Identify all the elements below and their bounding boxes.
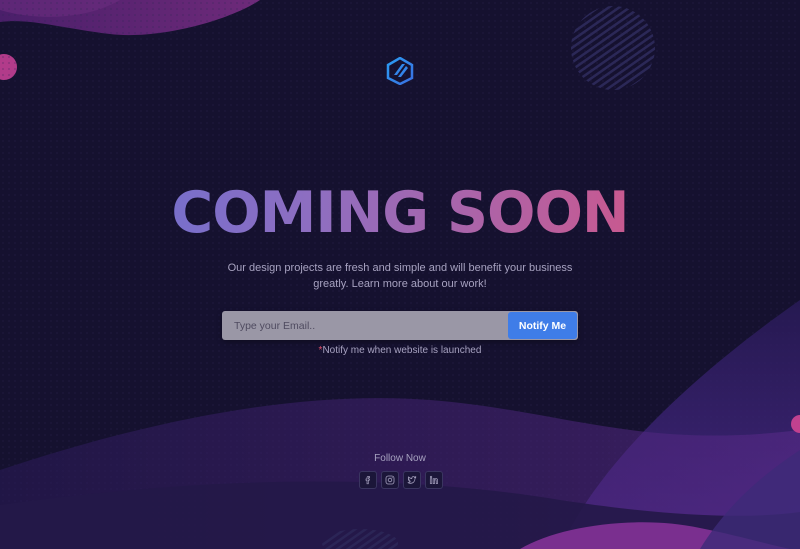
description-line-2: greatly. Learn more about our work! bbox=[313, 277, 487, 290]
notify-note-text: Notify me when website is launched bbox=[322, 345, 482, 356]
twitter-link[interactable] bbox=[403, 471, 421, 489]
notify-me-button[interactable]: Notify Me bbox=[508, 312, 577, 339]
instagram-link[interactable] bbox=[381, 471, 399, 489]
twitter-icon bbox=[407, 475, 417, 484]
social-links bbox=[359, 471, 443, 489]
facebook-icon bbox=[365, 476, 370, 485]
page-title: COMING SOON bbox=[0, 178, 800, 248]
description: Our design projects are fresh and simple… bbox=[200, 261, 600, 292]
notify-form: Notify Me bbox=[222, 311, 578, 340]
follow-title: Follow Now bbox=[374, 453, 426, 464]
linkedin-icon bbox=[429, 475, 438, 484]
facebook-link[interactable] bbox=[359, 471, 377, 489]
logo-icon bbox=[386, 57, 414, 85]
notify-note: *Notify me when website is launched bbox=[0, 345, 800, 356]
email-input[interactable] bbox=[222, 311, 506, 340]
instagram-icon bbox=[385, 475, 395, 485]
description-line-1: Our design projects are fresh and simple… bbox=[227, 262, 573, 274]
linkedin-link[interactable] bbox=[425, 471, 443, 489]
